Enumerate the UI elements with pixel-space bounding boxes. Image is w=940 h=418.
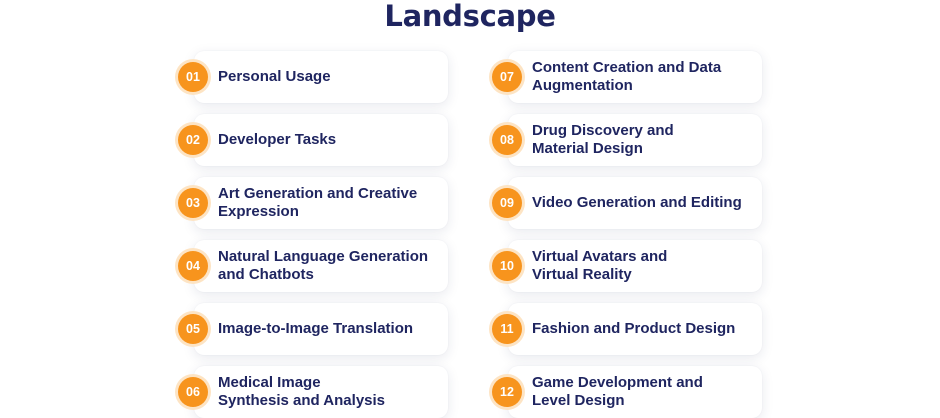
item-number: 03	[178, 188, 208, 218]
item-number: 07	[492, 62, 522, 92]
item-label: Natural Language Generation and Chatbots	[218, 248, 429, 283]
item-number: 12	[492, 377, 522, 407]
list-item: 01 Personal Usage	[178, 51, 448, 103]
list-item: 12 Game Development and Level Design	[492, 366, 762, 418]
item-number: 10	[492, 251, 522, 281]
item-number: 09	[492, 188, 522, 218]
item-label: Video Generation and Editing	[532, 194, 742, 211]
list-item: 06 Medical Image Synthesis and Analysis	[178, 366, 448, 418]
list-item: 11 Fashion and Product Design	[492, 303, 762, 355]
item-number: 05	[178, 314, 208, 344]
item-label: Image-to-Image Translation	[218, 320, 414, 337]
item-label: Virtual Avatars and Virtual Reality	[532, 248, 668, 283]
list-item: 07 Content Creation and Data Augmentatio…	[492, 51, 762, 103]
item-number: 02	[178, 125, 208, 155]
item-label: Fashion and Product Design	[532, 320, 736, 337]
list-item: 08 Drug Discovery and Material Design	[492, 114, 762, 166]
item-label: Personal Usage	[218, 68, 331, 85]
item-number: 01	[178, 62, 208, 92]
list-item: 05 Image-to-Image Translation	[178, 303, 448, 355]
item-label: Medical Image Synthesis and Analysis	[218, 374, 386, 409]
list-item: 09 Video Generation and Editing	[492, 177, 762, 229]
list-item: 04 Natural Language Generation and Chatb…	[178, 240, 448, 292]
item-label: Game Development and Level Design	[532, 374, 703, 409]
list-item: 10 Virtual Avatars and Virtual Reality	[492, 240, 762, 292]
item-number: 11	[492, 314, 522, 344]
item-label: Drug Discovery and Material Design	[532, 122, 674, 157]
item-number: 04	[178, 251, 208, 281]
item-label: Content Creation and Data Augmentation	[532, 59, 722, 94]
list-item: 02 Developer Tasks	[178, 114, 448, 166]
list-item: 03 Art Generation and Creative Expressio…	[178, 177, 448, 229]
item-number: 06	[178, 377, 208, 407]
item-label: Art Generation and Creative Expression	[218, 185, 418, 220]
item-number: 08	[492, 125, 522, 155]
item-label: Developer Tasks	[218, 131, 337, 148]
page-title: Landscape	[384, 0, 556, 33]
